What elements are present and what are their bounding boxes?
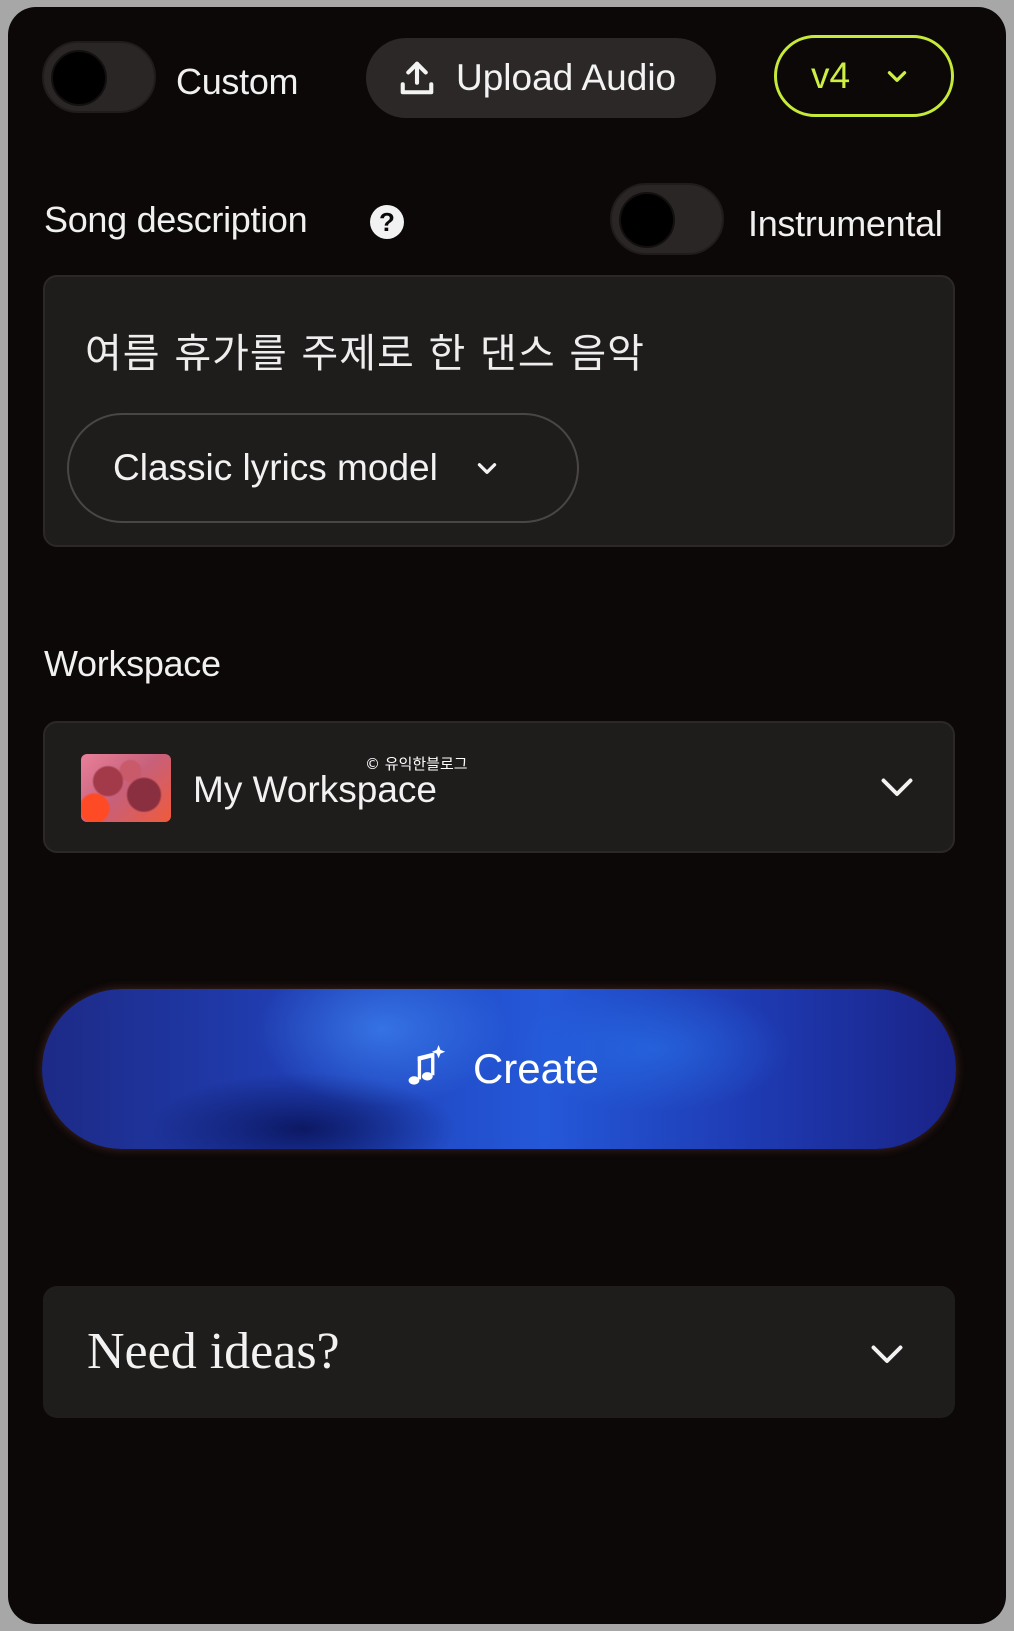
chevron-down-icon [477, 463, 497, 474]
need-ideas-label: Need ideas? [87, 1323, 340, 1380]
need-ideas-accordion[interactable]: Need ideas? [43, 1286, 955, 1418]
create-panel: Custom Upload Audio v4 Song description … [8, 7, 1006, 1624]
instrumental-label: Instrumental [748, 203, 943, 244]
chevron-down-icon [871, 1345, 903, 1363]
create-label: Create [472, 1045, 600, 1092]
watermark: © 유익한블로그 [365, 755, 468, 773]
chevron-down-icon [887, 71, 907, 82]
workspace-label: Workspace [44, 643, 221, 684]
custom-label: Custom [176, 61, 299, 102]
upload-icon [400, 61, 434, 95]
custom-toggle-knob [51, 50, 107, 106]
song-description-text[interactable]: 여름 휴가를 주제로 한 댄스 음악 [85, 321, 645, 379]
workspace-name: My Workspace [193, 769, 437, 810]
window-frame: Custom Upload Audio v4 Song description … [0, 0, 1014, 1631]
instrumental-toggle[interactable] [610, 183, 724, 255]
lyrics-model-select[interactable]: Classic lyrics model [67, 413, 579, 523]
custom-toggle[interactable] [42, 41, 156, 113]
version-label: v4 [811, 55, 851, 96]
workspace-select[interactable]: My Workspace © 유익한블로그 [43, 721, 955, 853]
instrumental-toggle-knob [619, 192, 675, 248]
song-description-box[interactable]: 여름 휴가를 주제로 한 댄스 음악 Classic lyrics model [43, 275, 955, 547]
version-select[interactable]: v4 [774, 35, 954, 117]
chevron-down-icon [881, 778, 913, 796]
create-button[interactable]: Create [42, 989, 956, 1149]
music-sparkle-icon [408, 1045, 446, 1085]
upload-audio-button[interactable]: Upload Audio [366, 38, 716, 118]
help-icon[interactable]: ? [370, 205, 404, 239]
workspace-thumbnail [81, 754, 171, 822]
upload-audio-label: Upload Audio [456, 57, 677, 98]
song-description-label: Song description [44, 199, 308, 240]
lyrics-model-label: Classic lyrics model [113, 447, 438, 488]
